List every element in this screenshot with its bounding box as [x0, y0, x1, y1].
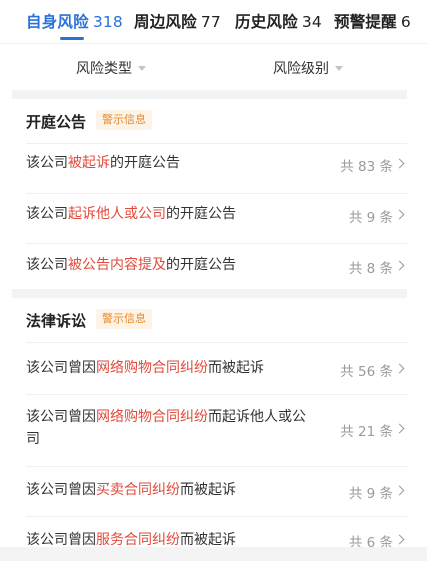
chevron-right-icon [394, 423, 405, 434]
chevron-right-icon [394, 485, 405, 496]
caret-down-icon [138, 65, 146, 71]
tab-history-risk[interactable]: 历史风险 34 [235, 10, 322, 32]
item-text: 该公司被起诉的开庭公告 [26, 155, 180, 171]
caret-down-icon [335, 65, 343, 71]
tab-count: 6 [400, 13, 411, 31]
item-count: 共 21 条 [340, 424, 393, 440]
section-header-litigation: 法律诉讼 警示信息 [0, 298, 427, 342]
filter-label: 风险类型 [76, 61, 132, 77]
list-item[interactable]: 该公司曾因买卖合同纠纷而被起诉 共 9 条 [0, 466, 427, 516]
tab-warning-reminder[interactable]: 预警提醒 6 [334, 10, 411, 32]
warning-tag: 警示信息 [96, 110, 152, 130]
filter-bar: 风险类型 风险级别 [0, 44, 427, 90]
highlight-text: 被起诉 [68, 155, 110, 171]
filter-label: 风险级别 [273, 61, 329, 77]
list-item[interactable]: 该公司曾因网络购物合同纠纷而被起诉 共 56 条 [0, 342, 427, 394]
item-count: 共 56 条 [340, 364, 393, 380]
tab-count: 318 [92, 13, 123, 31]
warning-tag: 警示信息 [96, 309, 152, 329]
tab-self-risk[interactable]: 自身风险 318 [26, 10, 123, 32]
section-header-court-notice: 开庭公告 警示信息 [0, 99, 427, 143]
list-item[interactable]: 该公司起诉他人或公司的开庭公告 共 9 条 [0, 193, 427, 243]
chevron-right-icon [394, 158, 405, 169]
risk-tabs: 自身风险 318 周边风险 77 历史风险 34 预警提醒 6 [0, 0, 427, 44]
item-count: 共 8 条 [348, 261, 393, 277]
section-title: 开庭公告 [26, 113, 87, 131]
highlight-text: 服务合同纠纷 [96, 532, 180, 548]
item-count: 共 83 条 [340, 159, 393, 175]
chevron-right-icon [394, 534, 405, 545]
highlight-text: 网络购物合同纠纷 [96, 409, 208, 425]
item-text: 该公司起诉他人或公司的开庭公告 [26, 206, 236, 222]
chevron-right-icon [394, 260, 405, 271]
tab-count: 77 [200, 13, 221, 31]
tab-label: 自身风险 [26, 13, 89, 31]
item-count: 共 9 条 [348, 210, 393, 226]
list-item[interactable]: 该公司被公告内容提及的开庭公告 共 8 条 [0, 243, 427, 289]
list-item[interactable]: 该公司被起诉的开庭公告 共 83 条 [0, 143, 427, 193]
tab-label: 历史风险 [235, 13, 298, 31]
item-count: 共 9 条 [348, 486, 393, 502]
filter-risk-level[interactable]: 风险级别 [273, 58, 343, 78]
highlight-text: 买卖合同纠纷 [96, 482, 180, 498]
item-text: 该公司曾因网络购物合同纠纷而被起诉 [26, 360, 264, 376]
tab-surrounding-risk[interactable]: 周边风险 77 [134, 10, 221, 32]
list-item[interactable]: 该公司曾因网络购物合同纠纷而起诉他人或公司 共 21 条 [0, 394, 427, 466]
chevron-right-icon [394, 209, 405, 220]
section-gap [12, 289, 407, 298]
active-tab-indicator [60, 37, 84, 40]
highlight-text: 起诉他人或公司 [68, 206, 166, 222]
section-gap [12, 90, 407, 99]
highlight-text: 被公告内容提及 [68, 257, 166, 273]
highlight-text: 网络购物合同纠纷 [96, 360, 208, 376]
list-item[interactable]: 该公司曾因服务合同纠纷而被起诉 共 6 条 [0, 516, 427, 551]
chevron-right-icon [394, 363, 405, 374]
item-text: 该公司曾因买卖合同纠纷而被起诉 [26, 482, 236, 498]
section-title: 法律诉讼 [26, 312, 87, 330]
tab-label: 预警提醒 [334, 13, 397, 31]
item-text: 该公司曾因网络购物合同纠纷而起诉他人或公司 [26, 409, 306, 447]
filter-risk-type[interactable]: 风险类型 [76, 58, 146, 78]
item-text: 该公司被公告内容提及的开庭公告 [26, 257, 236, 273]
bottom-bar [0, 547, 427, 561]
tab-label: 周边风险 [134, 13, 197, 31]
tab-count: 34 [301, 13, 322, 31]
